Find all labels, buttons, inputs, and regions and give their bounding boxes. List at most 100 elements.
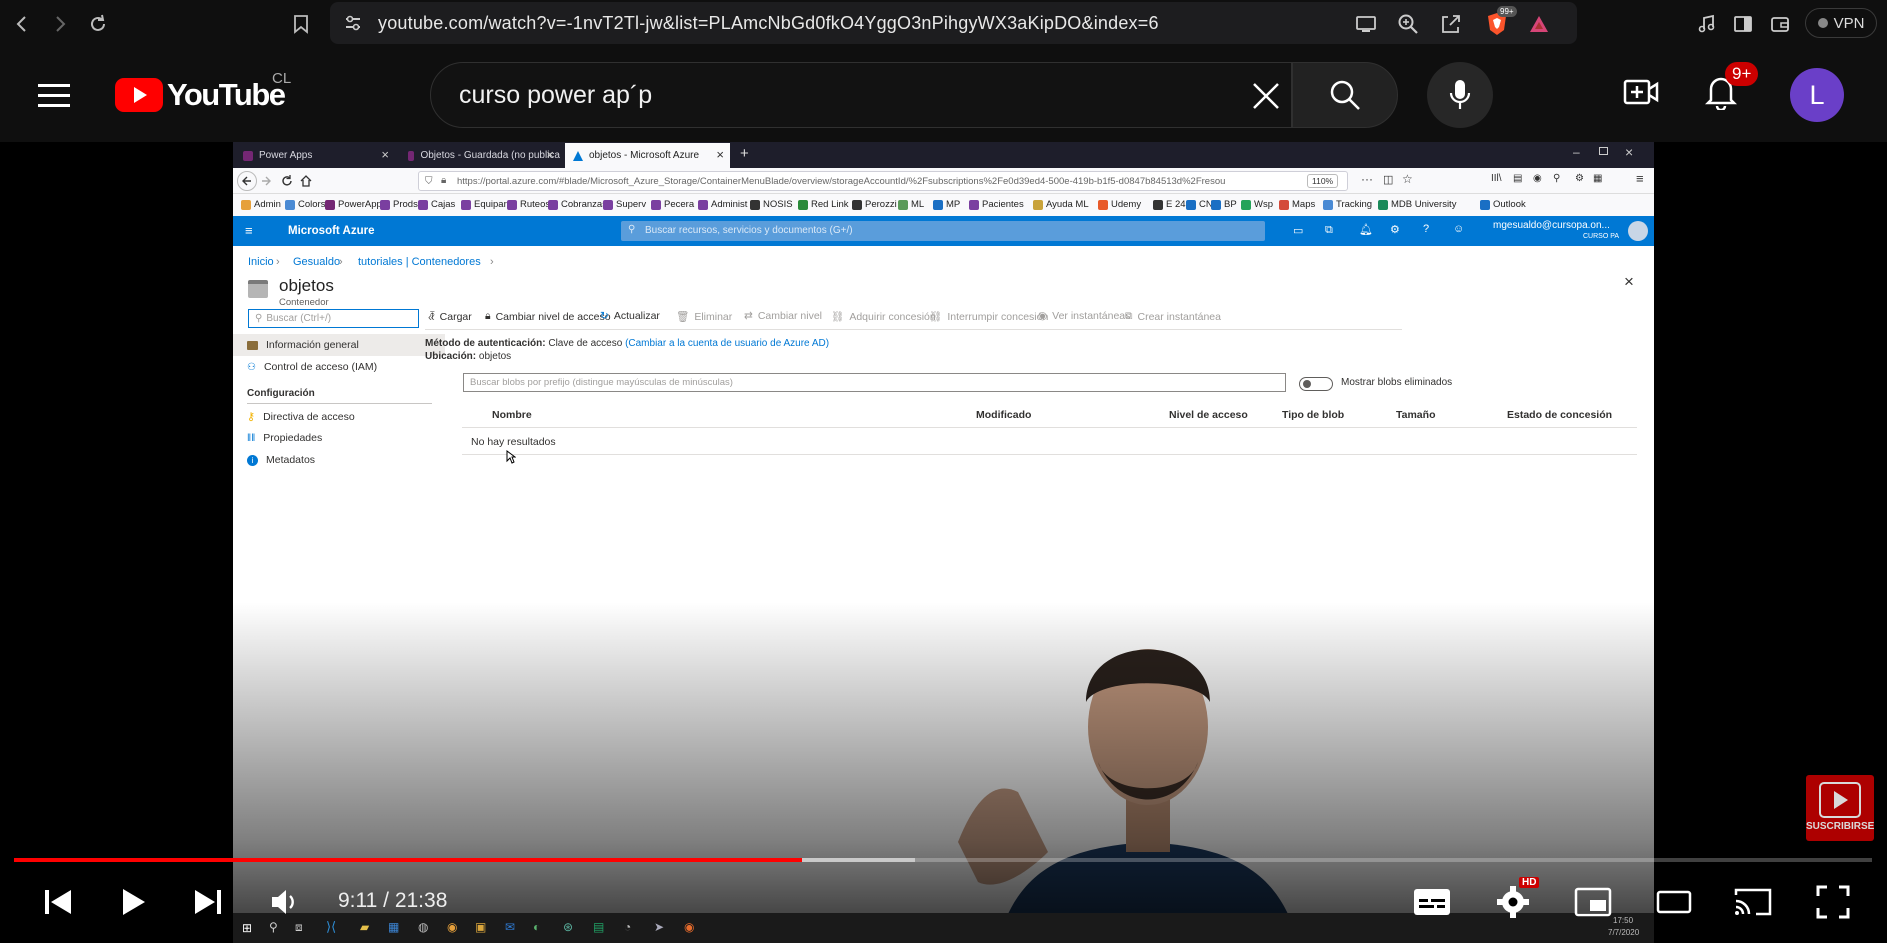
volume-button[interactable] xyxy=(262,882,306,922)
cloud-shell-icon[interactable]: ▭ xyxy=(1293,224,1303,237)
change-tier-button[interactable]: ⇄ Cambiar nivel xyxy=(744,310,822,322)
create-video-icon[interactable] xyxy=(1623,77,1659,107)
change-access-level-button[interactable]: 🔒︎ Cambiar nivel de acceso xyxy=(485,310,611,323)
video-player[interactable]: Power Apps × Objetos - Guardada (no publ… xyxy=(233,142,1654,943)
zoom-icon[interactable] xyxy=(1394,10,1422,38)
breadcrumb-contenedores[interactable]: tutoriales | Contenedores xyxy=(358,256,481,268)
column-header-modified[interactable]: Modificado xyxy=(976,409,1031,421)
close-tab-icon[interactable]: × xyxy=(716,147,724,162)
ff-pocket-icon[interactable]: ◫ xyxy=(1383,173,1393,186)
ff-reload-icon[interactable] xyxy=(281,175,293,187)
ff-back-icon[interactable] xyxy=(237,171,257,191)
bookmark-item[interactable]: Perozzi xyxy=(852,199,897,210)
bookmark-item[interactable]: Pecera xyxy=(651,199,694,210)
bookmark-item[interactable]: Udemy xyxy=(1098,199,1141,210)
theater-mode-button[interactable] xyxy=(1652,882,1696,922)
create-snapshot-button[interactable]: ⧉ Crear instantánea xyxy=(1125,310,1221,323)
column-header-lease-state[interactable]: Estado de concesión xyxy=(1507,409,1612,421)
bookmark-item[interactable]: Red Link xyxy=(798,199,849,210)
break-lease-button[interactable]: ⛓︎ Interrumpir concesión xyxy=(929,310,1048,324)
ff-extension-icon-3[interactable]: ▦ xyxy=(1593,173,1602,184)
sidebar-item-access-policy[interactable]: ⚷ Directiva de acceso xyxy=(247,410,355,424)
tab-objetos-guardada[interactable]: Objetos - Guardada (no publica × xyxy=(400,143,560,168)
ff-menu-icon[interactable]: ≡ xyxy=(1636,171,1644,186)
azure-user-email[interactable]: mgesualdo@cursopa.on... xyxy=(1493,220,1610,231)
avatar[interactable]: L xyxy=(1790,68,1844,122)
ff-home-icon[interactable] xyxy=(300,175,312,187)
youtube-logo[interactable]: YouTube xyxy=(115,77,286,113)
menu-icon[interactable] xyxy=(38,82,70,108)
close-tab-icon[interactable]: × xyxy=(546,147,554,162)
azure-notifications-icon[interactable]: 🔔︎ xyxy=(1359,223,1373,236)
sidebar-item-overview[interactable]: Información general xyxy=(247,339,359,351)
ff-address-bar[interactable]: ⛉ 🔒︎ https://portal.azure.com/#blade/Mic… xyxy=(418,171,1348,191)
wallet-icon[interactable] xyxy=(1766,10,1794,38)
blob-search-input[interactable]: Buscar blobs por prefijo (distingue mayú… xyxy=(463,373,1286,392)
bookmark-item[interactable]: Pacientes xyxy=(969,199,1024,210)
switch-auth-link[interactable]: (Cambiar a la cuenta de usuario de Azure… xyxy=(625,338,829,349)
column-header-size[interactable]: Tamaño xyxy=(1396,409,1435,421)
close-window-icon[interactable]: × xyxy=(1625,144,1633,160)
ff-sidebar-icon[interactable]: ▤ xyxy=(1513,173,1522,184)
azure-search-input[interactable]: ⚲ Buscar recursos, servicios y documento… xyxy=(621,221,1265,241)
column-header-blob-type[interactable]: Tipo de blob xyxy=(1282,409,1344,421)
breadcrumb-gesualdo[interactable]: Gesualdo xyxy=(293,256,340,268)
ff-page-actions-icon[interactable]: ··· xyxy=(1361,172,1373,186)
notifications-icon[interactable]: 9+ xyxy=(1705,62,1759,110)
bookmark-item[interactable]: Tracking xyxy=(1323,199,1372,210)
bookmark-item[interactable]: Colors xyxy=(285,199,325,210)
feedback-icon[interactable]: ☺ xyxy=(1453,223,1464,235)
bookmark-item[interactable]: E 24 xyxy=(1153,199,1186,210)
bookmark-item[interactable]: Admin xyxy=(241,199,281,210)
ff-extension-icon[interactable]: ⚲ xyxy=(1553,173,1560,184)
bookmark-item[interactable]: Prods xyxy=(380,199,418,210)
vpn-button[interactable]: VPN xyxy=(1805,8,1877,38)
bookmark-icon[interactable] xyxy=(287,10,315,38)
bookmark-item[interactable]: Ayuda ML xyxy=(1033,199,1089,210)
bookmark-item[interactable]: CN xyxy=(1186,199,1213,210)
site-settings-icon[interactable] xyxy=(344,14,362,32)
ff-bookmark-star-icon[interactable]: ☆ xyxy=(1402,172,1413,186)
ff-shield-icon[interactable]: ⛉ xyxy=(425,176,433,187)
ff-zoom-badge[interactable]: 110% xyxy=(1307,174,1339,188)
bookmark-item[interactable]: Ruteos xyxy=(507,199,550,210)
sidebar-item-properties[interactable]: ‖‖ Propiedades xyxy=(247,432,322,444)
close-tab-icon[interactable]: × xyxy=(381,147,389,162)
close-blade-icon[interactable]: × xyxy=(1624,272,1634,292)
bookmark-item[interactable]: Maps xyxy=(1279,199,1315,210)
column-header-access-tier[interactable]: Nivel de acceso xyxy=(1169,409,1248,421)
acquire-lease-button[interactable]: ⛓︎ Adquirir concesión xyxy=(831,310,936,324)
cast-tab-icon[interactable] xyxy=(1352,10,1380,38)
sidebar-item-metadata[interactable]: i Metadatos xyxy=(247,454,315,466)
side-search-input[interactable]: ⚲ Buscar (Ctrl+/) xyxy=(248,309,419,328)
new-tab-icon[interactable]: + xyxy=(740,145,749,162)
bookmark-item[interactable]: ML xyxy=(898,199,924,210)
bookmark-item[interactable]: Administ xyxy=(698,199,747,210)
azure-brand[interactable]: Microsoft Azure xyxy=(288,225,374,237)
next-button[interactable] xyxy=(186,882,230,922)
minimize-icon[interactable]: – xyxy=(1573,145,1580,159)
play-button[interactable] xyxy=(112,882,156,922)
azure-avatar[interactable] xyxy=(1628,221,1648,241)
media-icon[interactable] xyxy=(1692,10,1720,38)
help-icon[interactable]: ? xyxy=(1423,223,1429,235)
reload-icon[interactable] xyxy=(84,10,112,38)
brave-rewards-icon[interactable] xyxy=(1525,10,1553,38)
back-icon[interactable] xyxy=(8,10,36,38)
bookmark-item[interactable]: Outlook xyxy=(1480,199,1526,210)
bookmark-item[interactable]: Cajas xyxy=(418,199,455,210)
ff-extension-icon-2[interactable]: ⚙ xyxy=(1575,173,1584,184)
search-box[interactable]: curso power ap´p xyxy=(430,62,1292,128)
sidebar-item-iam[interactable]: ⚇ Control de acceso (IAM) xyxy=(247,361,377,373)
refresh-button[interactable]: ↻ Actualizar xyxy=(600,310,660,322)
bookmark-item[interactable]: Superv xyxy=(603,199,646,210)
show-deleted-toggle[interactable] xyxy=(1299,377,1333,391)
bookmark-item[interactable]: Cobranzas xyxy=(548,199,607,210)
clear-search-icon[interactable] xyxy=(1251,81,1281,111)
bookmark-item[interactable]: PowerApps xyxy=(325,199,387,210)
bookmark-item[interactable]: BP xyxy=(1211,199,1237,210)
ff-url-text[interactable]: https://portal.azure.com/#blade/Microsof… xyxy=(457,176,1225,187)
select-all-checkbox[interactable] xyxy=(425,409,441,423)
url-text[interactable]: youtube.com/watch?v=-1nvT2Tl-jw&list=PLA… xyxy=(378,13,1159,34)
column-header-name[interactable]: Nombre xyxy=(492,409,532,421)
